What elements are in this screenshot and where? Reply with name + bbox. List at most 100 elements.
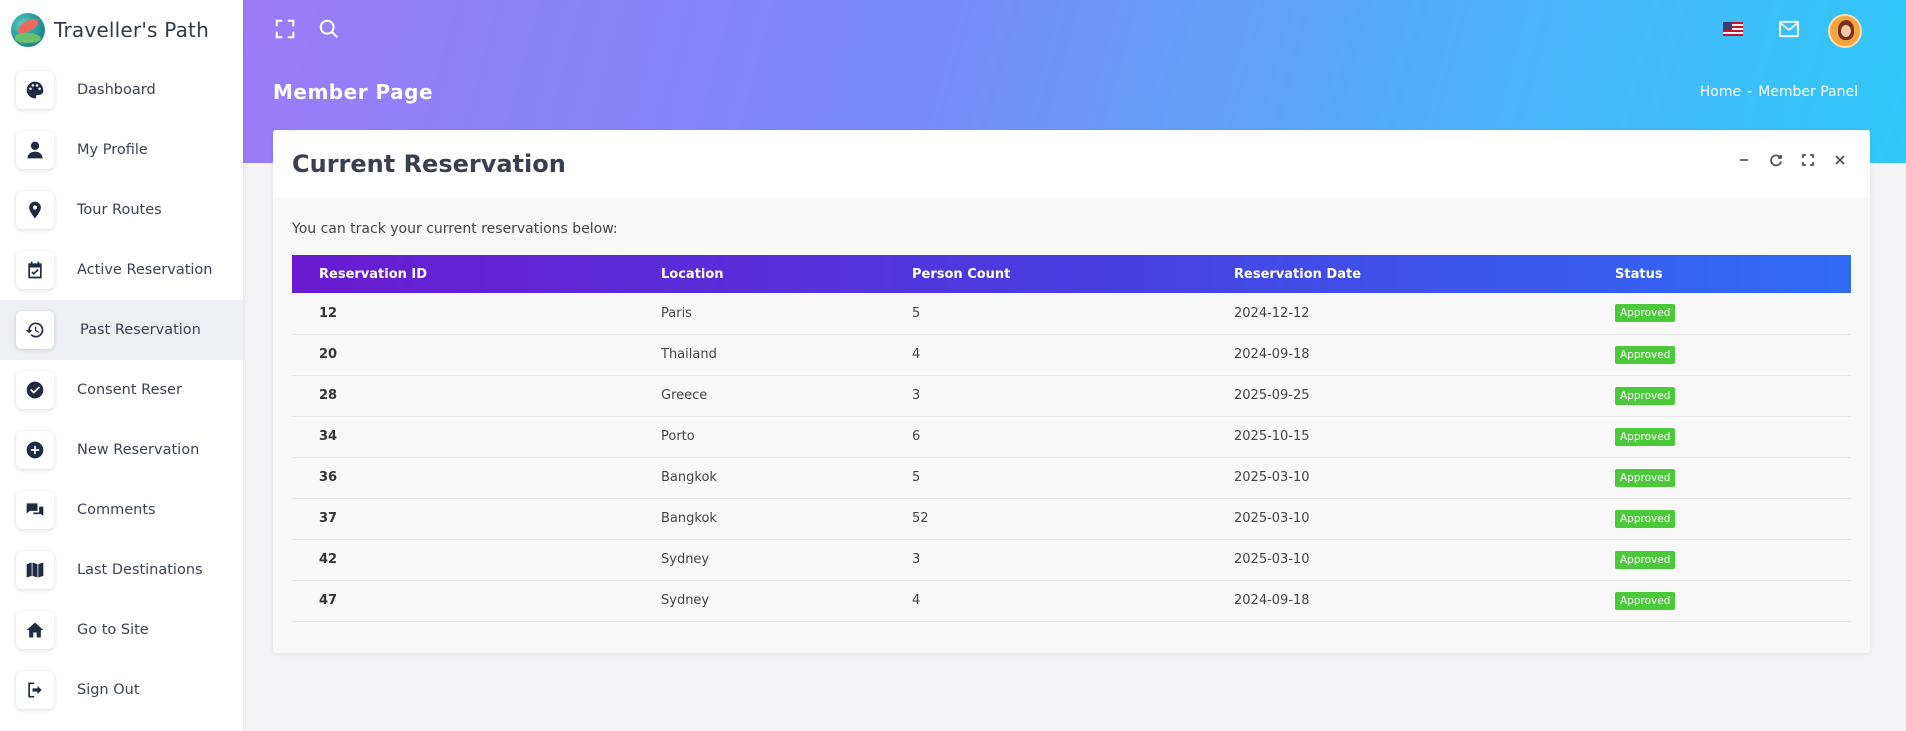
sidebar-item-label: Past Reservation <box>80 322 201 338</box>
sidebar-item-label: New Reservation <box>77 442 200 458</box>
sidebar-item-last-destinations[interactable]: Last Destinations <box>0 540 243 600</box>
sidebar-item-label: Consent Reser <box>77 382 182 398</box>
location-cell: Greece <box>661 375 912 417</box>
person-count-cell: 52 <box>912 498 1234 540</box>
reservation-id-cell: 36 <box>292 457 661 499</box>
status-badge: Approved <box>1615 304 1676 323</box>
table-row: 47 Sydney 4 2024-09-18 Approved <box>292 580 1851 622</box>
sign-out-icon <box>16 671 54 709</box>
card-header: Current Reservation <box>273 130 1870 198</box>
search-icon[interactable] <box>318 18 340 40</box>
minimize-icon[interactable] <box>1736 152 1752 168</box>
intro-text: You can track your current reservations … <box>292 221 618 237</box>
sidebar-item-label: Last Destinations <box>77 562 203 578</box>
location-cell: Porto <box>661 416 912 458</box>
table-row: 28 Greece 3 2025-09-25 Approved <box>292 375 1851 417</box>
table-body: 12 Paris 5 2024-12-12 Approved 20 Thailand 4 202… <box>292 293 1851 622</box>
brand-name: Traveller's Path <box>54 18 209 42</box>
status-cell: Approved <box>1615 580 1851 622</box>
palette-icon <box>16 71 54 109</box>
history-icon <box>16 311 54 349</box>
sidebar-item-label: Sign Out <box>77 682 140 698</box>
person-count-cell: 4 <box>912 580 1234 622</box>
check-circle-icon <box>16 371 54 409</box>
page-title: Member Page <box>273 80 434 104</box>
breadcrumb-home-link[interactable]: Home <box>1700 84 1741 100</box>
status-cell: Approved <box>1615 498 1851 540</box>
reservation-id-cell: 34 <box>292 416 661 458</box>
column-header-reservation-date[interactable]: Reservation Date <box>1234 255 1615 293</box>
sidebar-item-past-reservation[interactable]: Past Reservation <box>0 300 243 360</box>
comments-icon <box>16 491 54 529</box>
status-cell: Approved <box>1615 539 1851 581</box>
user-icon <box>16 131 54 169</box>
reservation-date-cell: 2025-03-10 <box>1234 457 1615 499</box>
reservation-id-cell: 12 <box>292 293 661 335</box>
sidebar-item-sign-out[interactable]: Sign Out <box>0 660 243 720</box>
avatar[interactable] <box>1828 14 1862 48</box>
column-header-person-count[interactable]: Person Count <box>912 255 1234 293</box>
reservation-date-cell: 2024-09-18 <box>1234 580 1615 622</box>
sidebar-item-comments[interactable]: Comments <box>0 480 243 540</box>
person-count-cell: 4 <box>912 334 1234 376</box>
status-cell: Approved <box>1615 457 1851 499</box>
reservation-table: Reservation ID Location Person Count Res… <box>292 255 1851 622</box>
card-tools <box>1736 152 1848 168</box>
column-header-status[interactable]: Status <box>1615 255 1851 293</box>
reservation-card: Current Reservation You can track your c… <box>273 130 1870 653</box>
table-row: 36 Bangkok 5 2025-03-10 Approved <box>292 457 1851 499</box>
sidebar-item-active-reservation[interactable]: Active Reservation <box>0 240 243 300</box>
sidebar-item-consent-reser[interactable]: Consent Reser <box>0 360 243 420</box>
location-cell: Thailand <box>661 334 912 376</box>
refresh-icon[interactable] <box>1768 152 1784 168</box>
sidebar-item-dashboard[interactable]: Dashboard <box>0 60 243 120</box>
sidebar-item-tour-routes[interactable]: Tour Routes <box>0 180 243 240</box>
sidebar-item-label: Dashboard <box>77 82 156 98</box>
location-cell: Sydney <box>661 580 912 622</box>
person-count-cell: 3 <box>912 375 1234 417</box>
reservation-id-cell: 37 <box>292 498 661 540</box>
status-cell: Approved <box>1615 375 1851 417</box>
us-flag-icon[interactable] <box>1723 22 1743 36</box>
brand-logo-icon <box>11 13 45 47</box>
breadcrumb-separator: - <box>1747 84 1753 100</box>
brand[interactable]: Traveller's Path <box>0 0 243 60</box>
map-pin-icon <box>16 191 54 229</box>
status-badge: Approved <box>1615 345 1676 364</box>
sidebar-item-label: Comments <box>77 502 156 518</box>
breadcrumb-current: Member Panel <box>1758 84 1858 100</box>
sidebar-item-label: Tour Routes <box>77 202 162 218</box>
close-icon[interactable] <box>1832 152 1848 168</box>
mail-icon[interactable] <box>1778 20 1800 38</box>
sidebar-item-new-reservation[interactable]: New Reservation <box>0 420 243 480</box>
card-title: Current Reservation <box>292 150 566 178</box>
person-count-cell: 6 <box>912 416 1234 458</box>
sidebar-item-label: My Profile <box>77 142 148 158</box>
reservation-date-cell: 2024-09-18 <box>1234 334 1615 376</box>
table-row: 34 Porto 6 2025-10-15 Approved <box>292 416 1851 458</box>
location-cell: Sydney <box>661 539 912 581</box>
table-header-row: Reservation ID Location Person Count Res… <box>292 255 1851 293</box>
table-row: 20 Thailand 4 2024-09-18 Approved <box>292 334 1851 376</box>
table-row: 42 Sydney 3 2025-03-10 Approved <box>292 539 1851 581</box>
table-row: 12 Paris 5 2024-12-12 Approved <box>292 293 1851 335</box>
status-badge: Approved <box>1615 550 1676 569</box>
reservation-id-cell: 20 <box>292 334 661 376</box>
reservation-date-cell: 2025-09-25 <box>1234 375 1615 417</box>
column-header-location[interactable]: Location <box>661 255 912 293</box>
reservation-id-cell: 47 <box>292 580 661 622</box>
sidebar-item-go-to-site[interactable]: Go to Site <box>0 600 243 660</box>
location-cell: Bangkok <box>661 457 912 499</box>
fullscreen-icon[interactable] <box>274 18 296 40</box>
location-cell: Bangkok <box>661 498 912 540</box>
status-badge: Approved <box>1615 386 1676 405</box>
home-icon <box>16 611 54 649</box>
column-header-reservation-id[interactable]: Reservation ID <box>292 255 661 293</box>
expand-icon[interactable] <box>1800 152 1816 168</box>
breadcrumb: Home - Member Panel <box>1700 84 1858 100</box>
reservation-id-cell: 42 <box>292 539 661 581</box>
sidebar-item-my-profile[interactable]: My Profile <box>0 120 243 180</box>
reservation-date-cell: 2024-12-12 <box>1234 293 1615 335</box>
reservation-date-cell: 2025-03-10 <box>1234 539 1615 581</box>
reservation-date-cell: 2025-10-15 <box>1234 416 1615 458</box>
